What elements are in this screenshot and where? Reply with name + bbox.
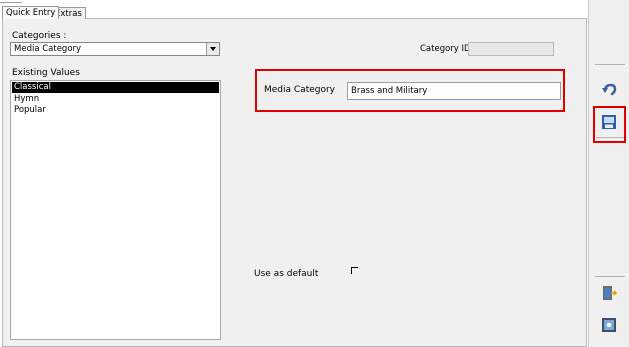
toolbar-separator bbox=[595, 64, 625, 65]
categories-selected-value: Media Category bbox=[14, 44, 82, 54]
media-category-input-box[interactable] bbox=[347, 82, 561, 100]
categories-dropdown[interactable]: Media Category bbox=[10, 42, 220, 56]
screen-icon bbox=[602, 318, 616, 332]
use-as-default-checkbox[interactable] bbox=[351, 267, 361, 277]
use-as-default-label: Use as default bbox=[254, 269, 319, 279]
chevron-down-icon[interactable] bbox=[206, 43, 219, 55]
exit-button[interactable] bbox=[598, 282, 620, 304]
media-category-label: Media Category bbox=[264, 85, 336, 95]
screen-button[interactable] bbox=[598, 314, 620, 336]
save-button[interactable] bbox=[598, 111, 620, 133]
category-id-label: Category ID: bbox=[420, 44, 474, 54]
tab-label: Quick Entry bbox=[6, 8, 56, 18]
category-id-field bbox=[468, 42, 554, 56]
undo-button[interactable] bbox=[598, 79, 620, 101]
tab-quick-entry[interactable]: Quick Entry bbox=[2, 6, 60, 19]
list-item[interactable]: Popular bbox=[11, 105, 220, 116]
toolbar-separator bbox=[595, 276, 625, 277]
toolbar-separator bbox=[596, 137, 624, 138]
list-item[interactable]: Classical bbox=[12, 82, 219, 93]
media-category-input[interactable] bbox=[348, 83, 560, 99]
list-item[interactable]: Hymn bbox=[11, 94, 220, 105]
exit-icon bbox=[603, 286, 618, 300]
undo-icon bbox=[602, 83, 617, 96]
existing-values-list[interactable]: Classical Hymn Popular bbox=[10, 80, 221, 340]
save-icon bbox=[602, 115, 616, 129]
existing-values-label: Existing Values bbox=[12, 68, 80, 78]
tab-strip-line bbox=[0, 2, 22, 3]
categories-label: Categories : bbox=[12, 31, 67, 41]
